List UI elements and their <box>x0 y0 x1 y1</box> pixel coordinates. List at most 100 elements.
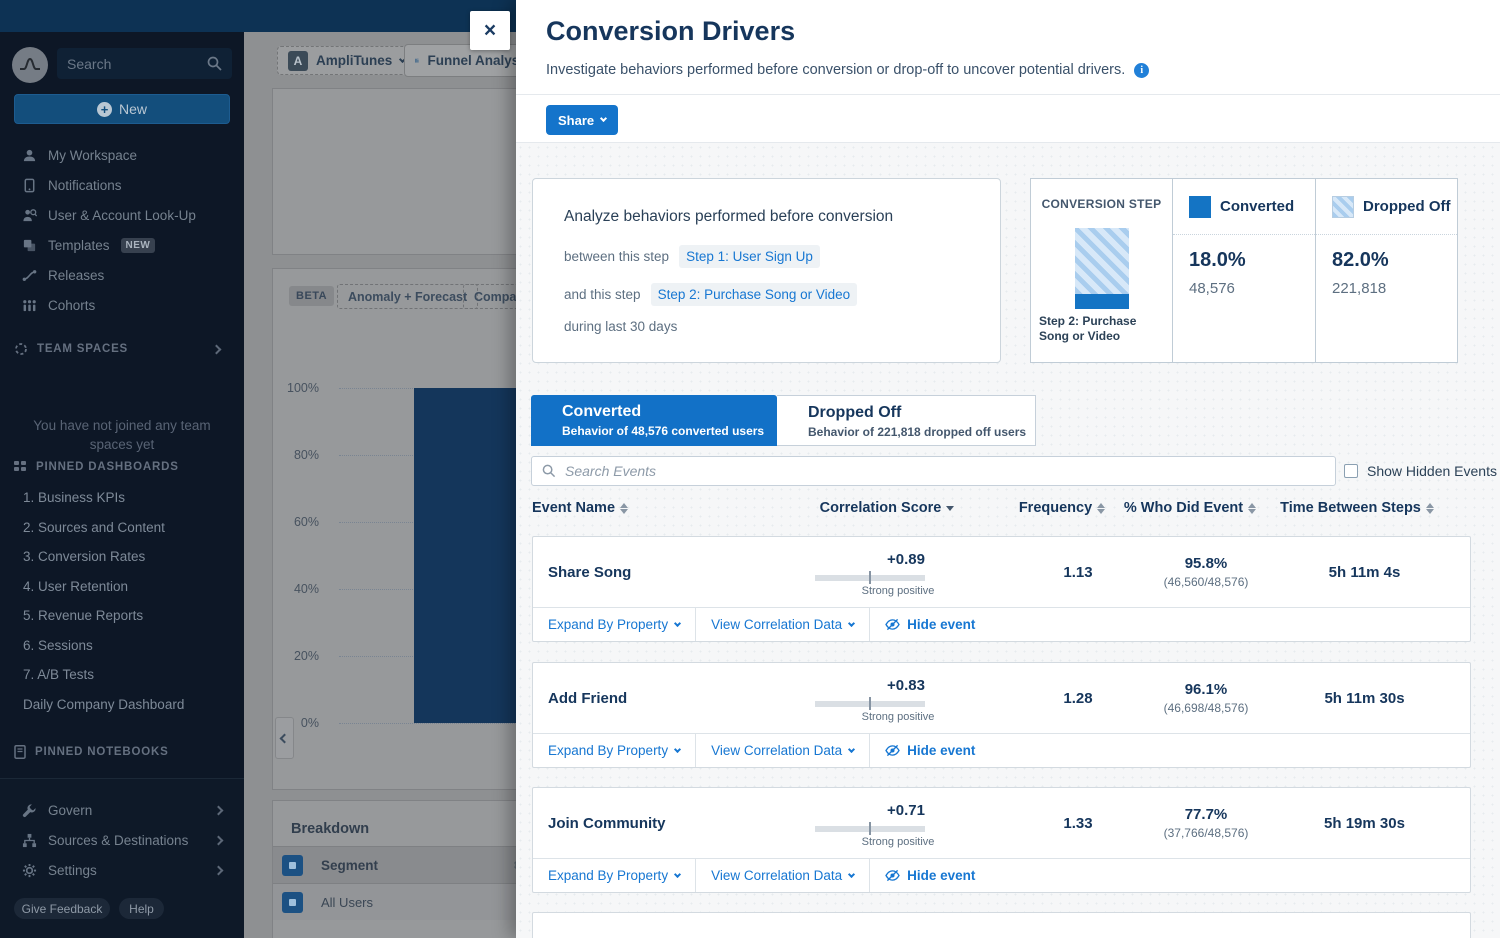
sidebar-item-releases[interactable]: Releases <box>0 261 244 289</box>
sidebar-item-govern[interactable]: Govern <box>0 796 244 824</box>
compare-button[interactable]: Compare <box>463 284 516 309</box>
sidebar-item-notifications[interactable]: Notifications <box>0 171 244 199</box>
view-correlation-data-button[interactable]: View Correlation Data <box>696 859 869 892</box>
team-spaces-empty-text: You have not joined any team spaces yet <box>20 416 224 454</box>
frequency-value: 1.13 <box>1063 564 1092 581</box>
new-badge: NEW <box>121 238 156 253</box>
behavior-tabs: Converted Behavior of 48,576 converted u… <box>531 395 1036 446</box>
sidebar-item-user-account-lookup[interactable]: User & Account Look-Up <box>0 201 244 229</box>
dashboard-link-conversion-rates[interactable]: 3. Conversion Rates <box>23 544 233 570</box>
event-name: Add Friend <box>548 690 627 707</box>
dashboard-link-daily-company[interactable]: Daily Company Dashboard <box>23 692 233 718</box>
hide-event-button[interactable]: Hide event <box>870 734 990 767</box>
dashboard-link-business-kpis[interactable]: 1. Business KPIs <box>23 485 233 511</box>
sidebar-item-sources-destinations[interactable]: Sources & Destinations <box>0 826 244 854</box>
chevron-right-icon <box>214 805 224 815</box>
y-tick: 40% <box>273 582 319 596</box>
segment-column-header[interactable]: Segment <box>321 858 378 873</box>
carousel-left-button[interactable] <box>275 717 294 759</box>
view-correlation-data-button[interactable]: View Correlation Data <box>696 734 869 767</box>
person-icon <box>22 148 37 163</box>
new-button[interactable]: + New <box>14 94 230 124</box>
expand-label: Expand By Property <box>548 743 668 758</box>
sidebar-search-placeholder: Search <box>67 56 207 72</box>
pinned-dashboards-header: PINNED DASHBOARDS <box>0 460 244 473</box>
column-header-frequency[interactable]: Frequency <box>987 500 1137 516</box>
view-correlation-data-button[interactable]: View Correlation Data <box>696 608 869 641</box>
dashboard-link-sources-content[interactable]: 2. Sources and Content <box>23 515 233 541</box>
pinned-notebooks-header: PINNED NOTEBOOKS <box>0 745 244 759</box>
criteria-heading: Analyze behaviors performed before conve… <box>564 208 893 226</box>
pct-who-did-value: 95.8% <box>1185 555 1228 572</box>
expand-by-property-button[interactable]: Expand By Property <box>533 859 695 892</box>
dashboard-link-ab-tests[interactable]: 7. A/B Tests <box>23 662 233 688</box>
show-hidden-events-checkbox[interactable] <box>1344 464 1358 478</box>
team-spaces-header[interactable]: TEAM SPACES <box>0 342 244 356</box>
step1-link[interactable]: Step 1: User Sign Up <box>679 245 820 268</box>
column-header-pct-who-did-event[interactable]: % Who Did Event <box>1137 500 1243 516</box>
tab-title: Dropped Off <box>808 404 1035 422</box>
give-feedback-button[interactable]: Give Feedback <box>14 898 110 919</box>
hide-event-button[interactable]: Hide event <box>870 859 990 892</box>
project-breadcrumb-chip[interactable]: A AmpliTunes <box>277 46 416 75</box>
sidebar-search-input[interactable]: Search <box>57 48 232 79</box>
tab-converted[interactable]: Converted Behavior of 48,576 converted u… <box>531 395 777 446</box>
column-header-event-name[interactable]: Event Name <box>532 500 787 516</box>
conversion-step-header: CONVERSION STEP <box>1031 197 1172 211</box>
column-header-time-between-steps[interactable]: Time Between Steps <box>1243 500 1471 516</box>
row-checkbox[interactable] <box>282 892 303 913</box>
events-table-header: Event Name Correlation Score Frequency %… <box>516 500 1471 516</box>
share-button[interactable]: Share <box>546 105 618 135</box>
breakdown-row-all-users[interactable]: All Users <box>273 883 516 920</box>
close-icon: × <box>484 19 496 42</box>
new-button-label: New <box>119 101 147 117</box>
sidebar-item-label: My Workspace <box>48 148 137 163</box>
chart-tab-label: Funnel Analysi <box>427 53 516 68</box>
hide-event-button[interactable]: Hide event <box>870 608 990 641</box>
sidebar-item-label: User & Account Look-Up <box>48 208 196 223</box>
expand-label: Expand By Property <box>548 868 668 883</box>
dashboard-link-user-retention[interactable]: 4. User Retention <box>23 574 233 600</box>
chevron-right-icon <box>214 865 224 875</box>
column-header-correlation-score[interactable]: Correlation Score <box>787 500 987 516</box>
view-label: View Correlation Data <box>711 617 842 632</box>
funnel-chart-card: BETA Anomaly + Forecast Compare 100% 80%… <box>272 268 516 790</box>
page-subtitle: Investigate behaviors performed before c… <box>546 62 1125 78</box>
column-label: Frequency <box>1019 500 1092 516</box>
tab-dropped-off[interactable]: Dropped Off Behavior of 221,818 dropped … <box>777 395 1036 446</box>
dashboard-link-sessions[interactable]: 6. Sessions <box>23 633 233 659</box>
sidebar-item-label: Sources & Destinations <box>48 833 188 848</box>
expand-by-property-button[interactable]: Expand By Property <box>533 734 695 767</box>
releases-icon <box>22 268 37 283</box>
breakdown-header-row: Segment ⇕ <box>273 846 516 883</box>
select-all-checkbox[interactable] <box>282 855 303 876</box>
expand-by-property-button[interactable]: Expand By Property <box>533 608 695 641</box>
expand-label: Expand By Property <box>548 617 668 632</box>
help-button[interactable]: Help <box>119 898 164 919</box>
sidebar-item-settings[interactable]: Settings <box>0 856 244 884</box>
converted-percent: 18.0% <box>1189 249 1246 272</box>
correlation-score-cell: +0.83 Strong positive <box>815 663 925 733</box>
user-lookup-icon <box>22 208 37 223</box>
view-label: View Correlation Data <box>711 743 842 758</box>
project-badge: A <box>288 51 308 71</box>
step2-link[interactable]: Step 2: Purchase Song or Video <box>651 283 858 306</box>
dropped-label: Dropped Off <box>1363 198 1451 215</box>
sidebar-item-my-workspace[interactable]: My Workspace <box>0 141 244 169</box>
pinned-notebooks-label: PINNED NOTEBOOKS <box>35 746 169 758</box>
search-events-input[interactable]: Search Events <box>531 456 1336 486</box>
anomaly-forecast-button[interactable]: Anomaly + Forecast <box>337 284 478 309</box>
show-hidden-events-label: Show Hidden Events <box>1367 463 1497 479</box>
conversion-step-summary: CONVERSION STEP Step 2: Purchase Song or… <box>1030 178 1458 363</box>
amplitude-logo[interactable] <box>12 47 48 83</box>
pct-fraction: (46,560/48,576) <box>1164 575 1249 589</box>
close-panel-button[interactable]: × <box>470 11 510 50</box>
gridline <box>339 723 516 724</box>
column-label: % Who Did Event <box>1124 500 1243 516</box>
beta-badge: BETA <box>289 286 334 306</box>
sidebar-item-templates[interactable]: Templates NEW <box>0 231 244 259</box>
correlation-strength-label: Strong positive <box>862 836 935 848</box>
sidebar-item-cohorts[interactable]: Cohorts <box>0 291 244 319</box>
dashboard-link-revenue-reports[interactable]: 5. Revenue Reports <box>23 603 233 629</box>
info-icon[interactable]: i <box>1134 63 1149 78</box>
